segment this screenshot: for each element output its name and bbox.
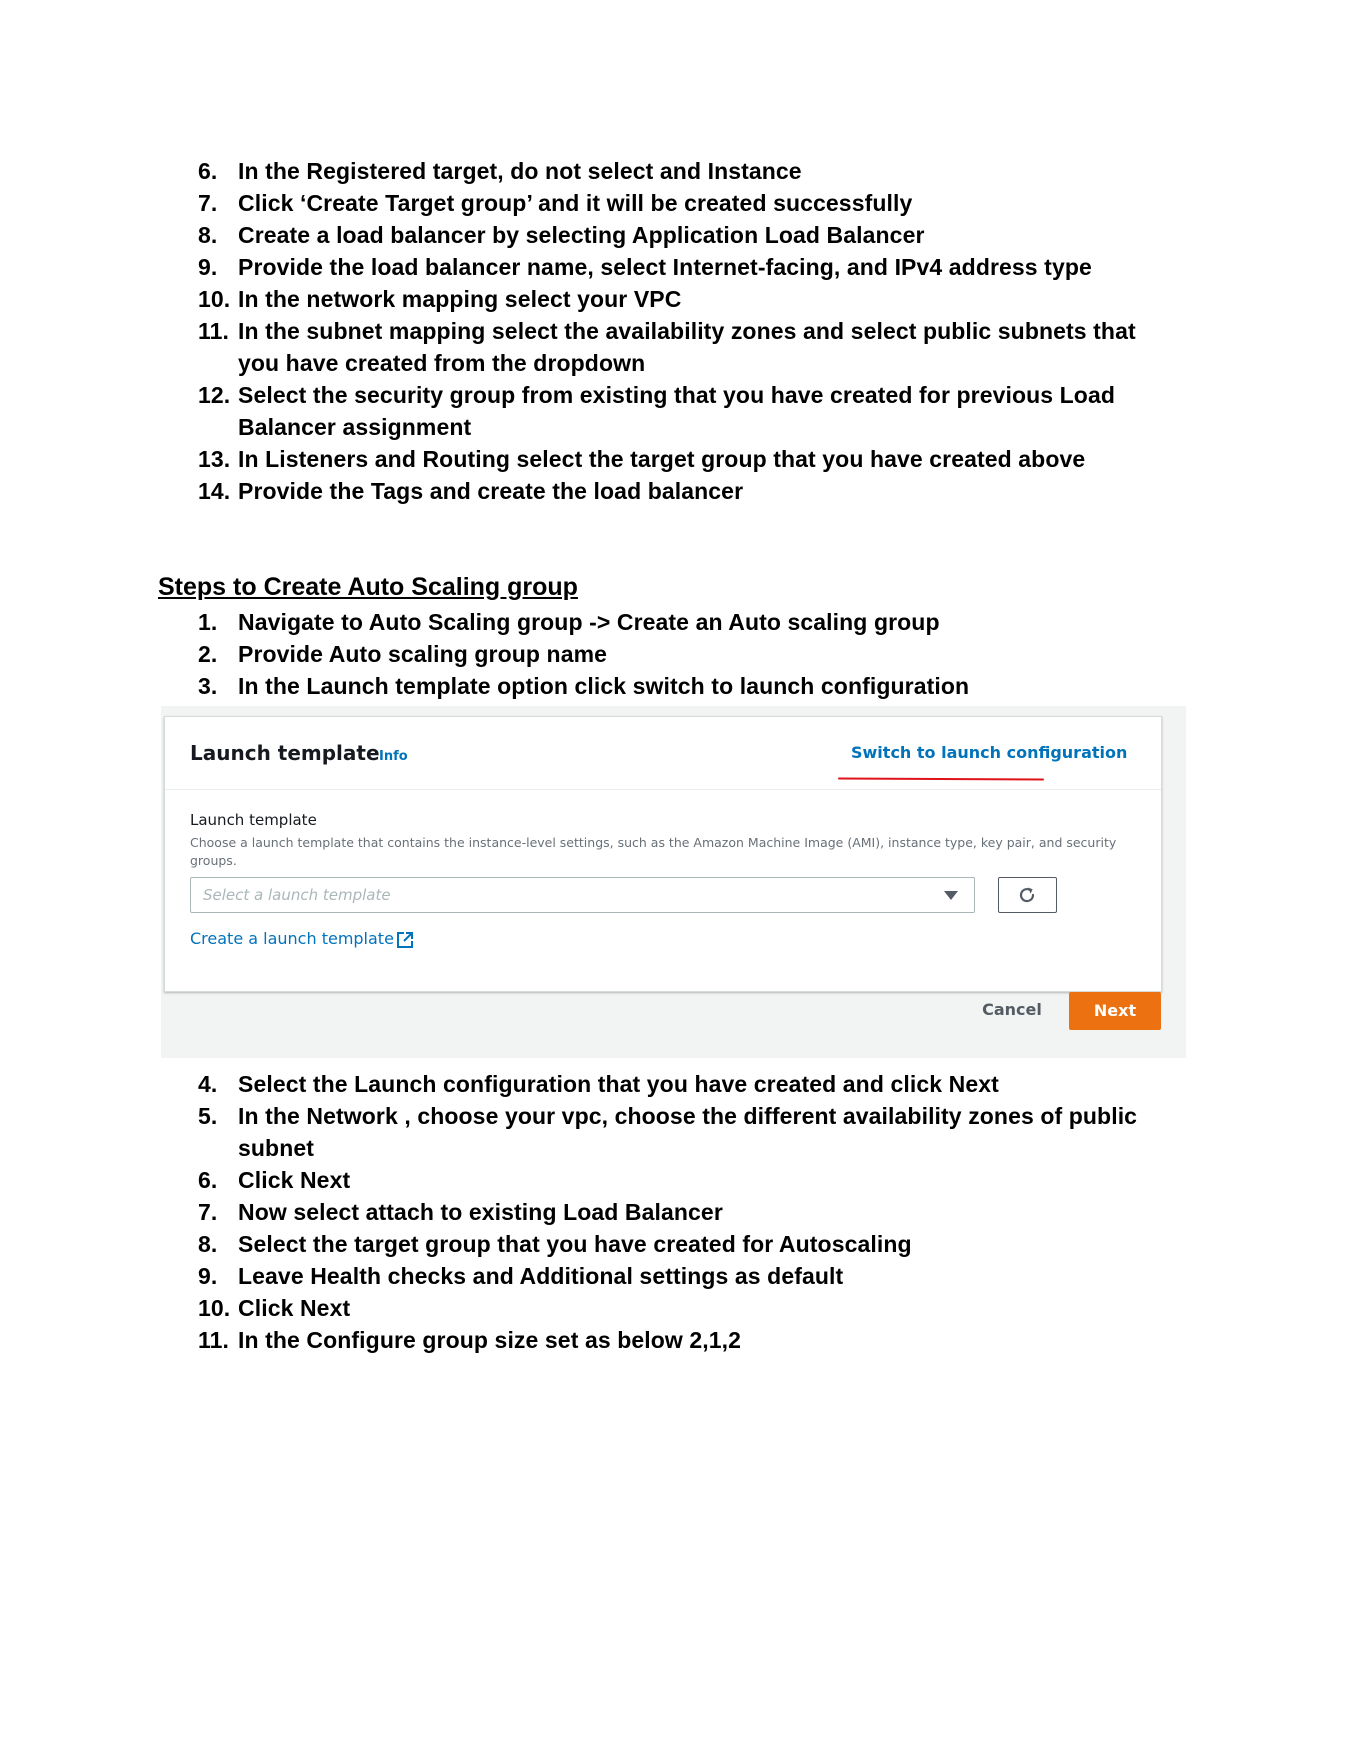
list-item: 9. Leave Health checks and Additional set…: [198, 1260, 1178, 1292]
load-balancer-steps-list: 6. In the Registered target, do not selec…: [198, 155, 1178, 507]
list-item: 3. In the Launch template option click sw…: [198, 670, 1178, 702]
list-number: 6.: [198, 1167, 218, 1193]
list-number: 7.: [198, 1199, 218, 1225]
list-text: Click Next: [238, 1167, 351, 1193]
list-number: 13.: [198, 446, 231, 472]
list-text: Click Next: [238, 1295, 351, 1321]
list-text: Create a load balancer by selecting Appl…: [238, 222, 925, 248]
list-text: Select the Launch configuration that you…: [238, 1071, 999, 1097]
list-text: In the subnet mapping select the availab…: [238, 318, 1136, 376]
list-text: Select the target group that you have cr…: [238, 1231, 912, 1257]
list-number: 11.: [198, 1327, 230, 1353]
list-text: Navigate to Auto Scaling group -> Create…: [238, 609, 940, 635]
list-text: Provide the Tags and create the load bal…: [238, 478, 744, 504]
list-item: 2. Provide Auto scaling group name: [198, 638, 1178, 670]
list-text: Provide the load balancer name, select I…: [238, 254, 1092, 280]
next-button[interactable]: Next: [1069, 992, 1161, 1030]
switch-to-launch-configuration-link[interactable]: Switch to launch configuration: [851, 743, 1127, 762]
list-number: 5.: [198, 1103, 218, 1129]
list-number: 3.: [198, 673, 218, 699]
card-title: Launch template: [190, 741, 380, 765]
asg-steps-list: 1. Navigate to Auto Scaling group -> Crea…: [198, 606, 1178, 702]
list-text: In the Launch template option click swit…: [238, 673, 970, 699]
caret-down-icon: [944, 891, 958, 900]
list-item: 11. In the Configure group size set as be…: [198, 1324, 1178, 1356]
section-heading: Steps to Create Auto Scaling group: [158, 573, 578, 601]
list-item: 13. In Listeners and Routing select the t…: [198, 443, 1178, 475]
list-number: 10.: [198, 286, 231, 312]
list-item: 9. Provide the load balancer name, select…: [198, 251, 1178, 283]
list-text: Click ‘Create Target group’ and it will …: [238, 190, 913, 216]
select-placeholder: Select a launch template: [203, 886, 391, 904]
card-header: Launch template Info Switch to launch co…: [165, 717, 1161, 790]
list-number: 9.: [198, 1263, 218, 1289]
launch-template-screenshot: Launch template Info Switch to launch co…: [161, 706, 1186, 1058]
list-item: 5. In the Network , choose your vpc, choo…: [198, 1100, 1178, 1164]
list-item: 6. In the Registered target, do not selec…: [198, 155, 1178, 187]
refresh-button[interactable]: [998, 877, 1057, 913]
asg-steps-list-continued: 4. Select the Launch configuration that y…: [198, 1068, 1178, 1356]
launch-template-card: Launch template Info Switch to launch co…: [164, 716, 1162, 992]
list-text: Leave Health checks and Additional setti…: [238, 1263, 844, 1289]
list-text: Select the security group from existing …: [238, 382, 1115, 440]
list-number: 2.: [198, 641, 218, 667]
list-item: 6. Click Next: [198, 1164, 1178, 1196]
list-text: In Listeners and Routing select the targ…: [238, 446, 1086, 472]
list-item: 11. In the subnet mapping select the avai…: [198, 315, 1178, 379]
list-item: 4. Select the Launch configuration that y…: [198, 1068, 1178, 1100]
list-number: 9.: [198, 254, 218, 280]
create-launch-template-link[interactable]: Create a launch template: [190, 929, 394, 948]
red-annotation-underline: [837, 777, 1045, 781]
list-number: 4.: [198, 1071, 218, 1097]
list-number: 7.: [198, 190, 218, 216]
list-item: 8. Create a load balancer by selecting Ap…: [198, 219, 1178, 251]
list-item: 12. Select the security group from existi…: [198, 379, 1178, 443]
field-description: Choose a launch template that contains t…: [190, 835, 1117, 868]
list-item: 10. In the network mapping select your VP…: [198, 283, 1178, 315]
list-text: Now select attach to existing Load Balan…: [238, 1199, 723, 1225]
launch-template-select[interactable]: Select a launch template: [190, 877, 975, 913]
list-number: 10.: [198, 1295, 231, 1321]
list-item: 8. Select the target group that you have …: [198, 1228, 1178, 1260]
external-link-icon: [397, 932, 413, 948]
refresh-icon: [1019, 887, 1035, 903]
list-item: 1. Navigate to Auto Scaling group -> Crea…: [198, 606, 1178, 638]
list-item: 14. Provide the Tags and create the load …: [198, 475, 1178, 507]
list-text: In the Registered target, do not select …: [238, 158, 802, 184]
list-text: Provide Auto scaling group name: [238, 641, 608, 667]
list-text: In the Network , choose your vpc, choose…: [238, 1103, 1138, 1161]
list-item: 7. Now select attach to existing Load Bal…: [198, 1196, 1178, 1228]
list-number: 12.: [198, 382, 231, 408]
field-label: Launch template: [190, 811, 317, 829]
cancel-button[interactable]: Cancel: [977, 992, 1047, 1028]
list-number: 8.: [198, 1231, 218, 1257]
list-number: 14.: [198, 478, 231, 504]
list-text: In the Configure group size set as below…: [238, 1327, 742, 1353]
list-item: 7. Click ‘Create Target group’ and it wil…: [198, 187, 1178, 219]
info-link[interactable]: Info: [379, 749, 408, 764]
list-item: 10. Click Next: [198, 1292, 1178, 1324]
list-number: 8.: [198, 222, 218, 248]
list-text: In the network mapping select your VPC: [238, 286, 682, 312]
list-number: 11.: [198, 318, 230, 344]
list-number: 1.: [198, 609, 218, 635]
list-number: 6.: [198, 158, 218, 184]
